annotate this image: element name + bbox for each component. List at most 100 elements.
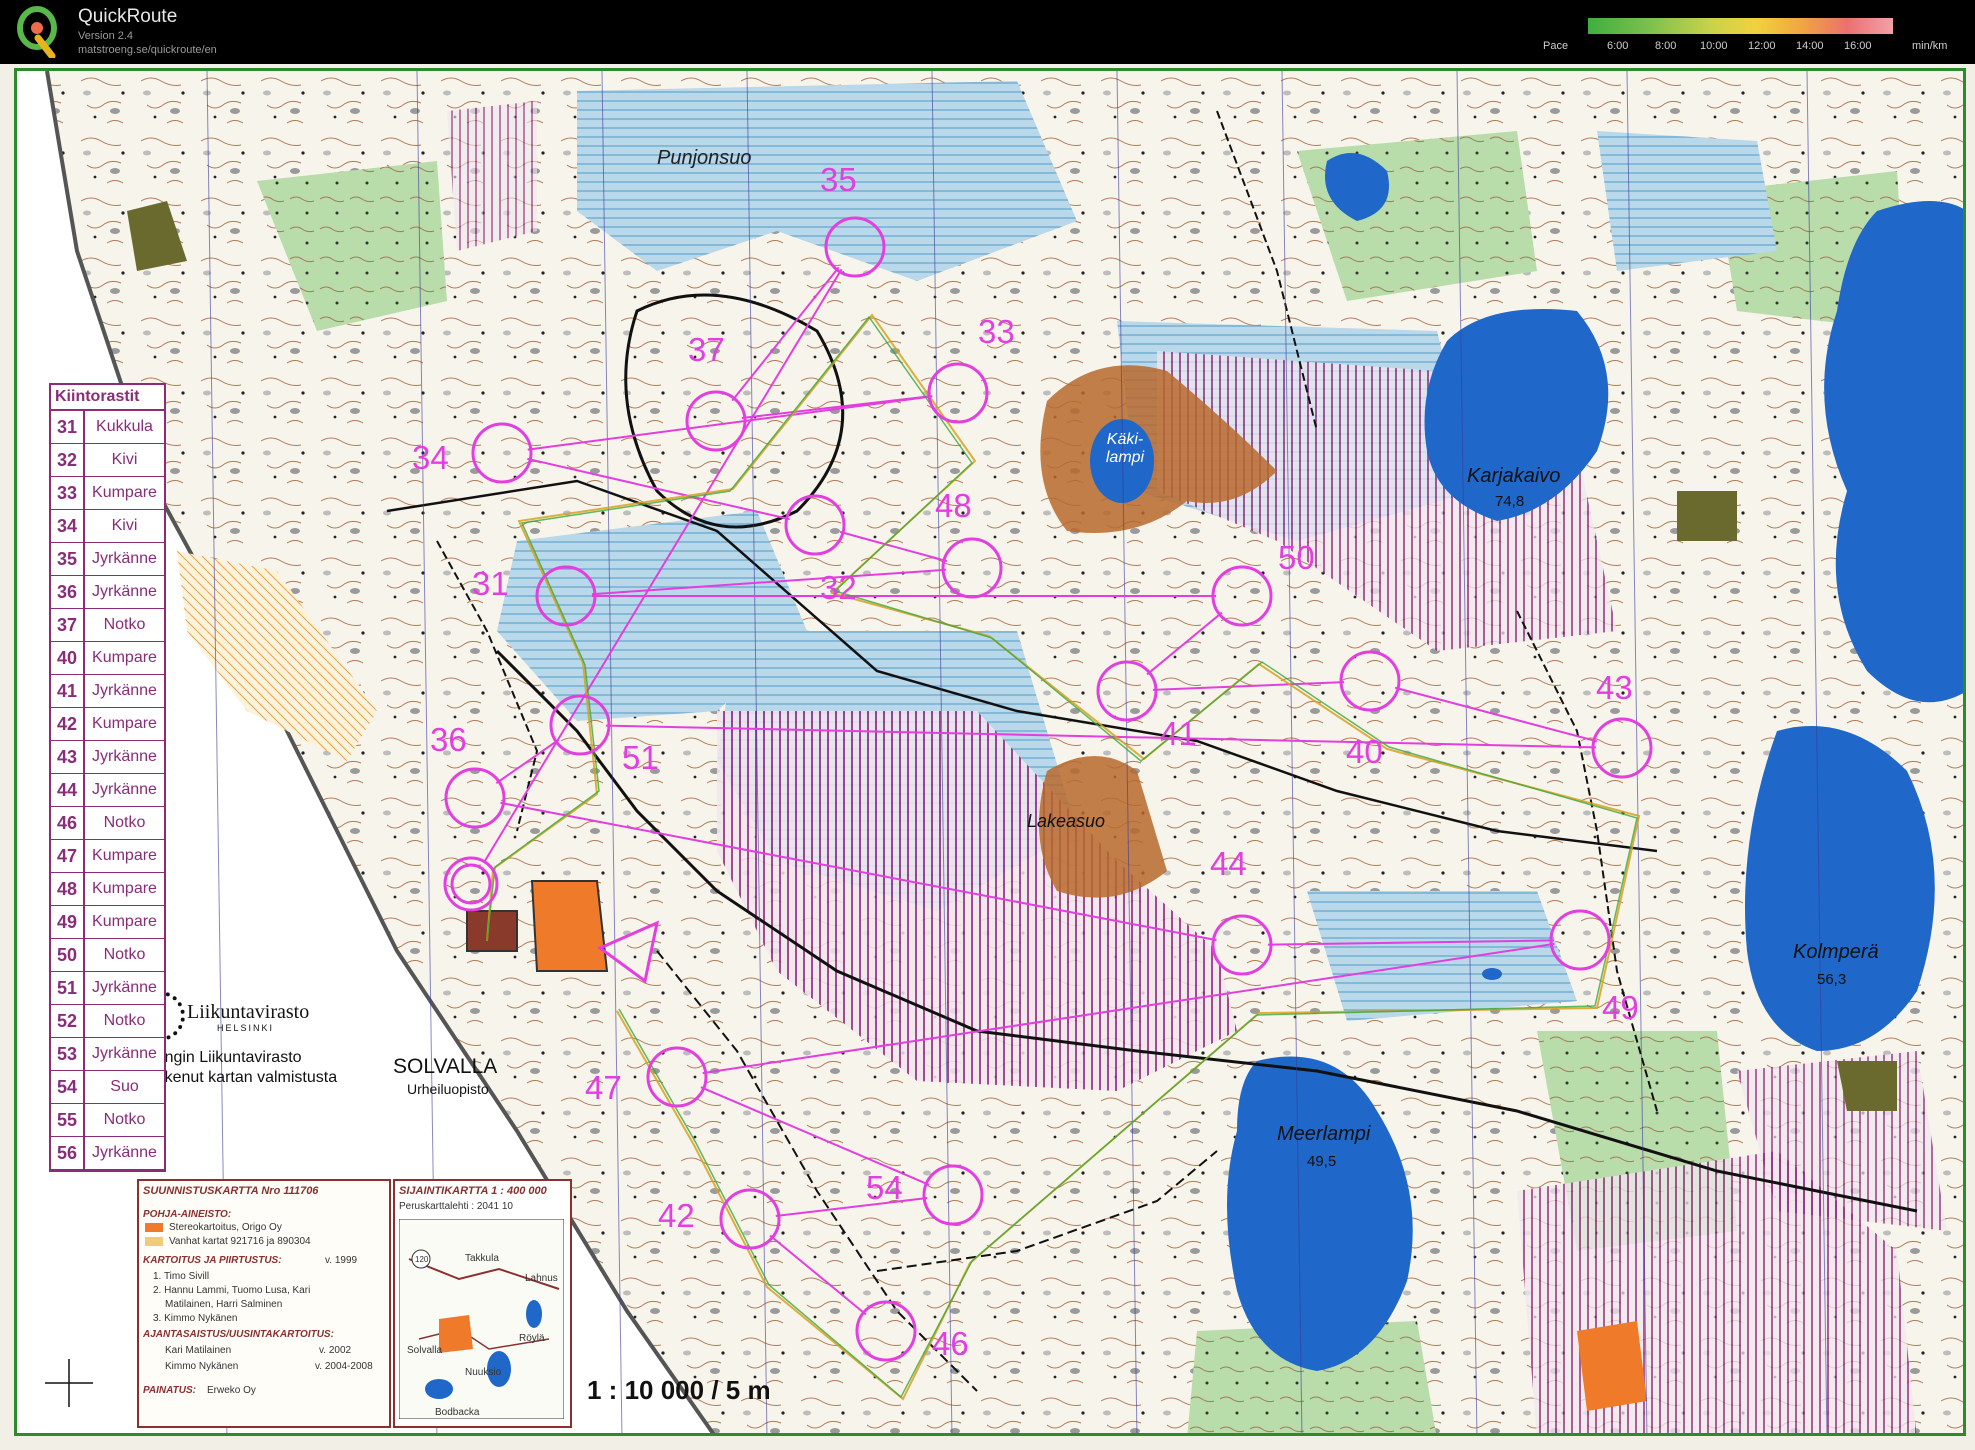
legend-control-description: Kumpare <box>92 484 157 501</box>
elevation-label: 74,8 <box>1495 493 1525 510</box>
legend-control-number: 55 <box>51 1104 85 1136</box>
control-number: 32 <box>820 569 857 606</box>
control-number: 51 <box>622 739 659 776</box>
legend-row: 42 Kumpare <box>51 708 164 741</box>
building <box>530 880 609 972</box>
quickroute-window: QuickRoute Version 2.4 matstroeng.se/qui… <box>0 0 1975 1450</box>
legend-row: 56 Jyrkänne <box>51 1137 164 1170</box>
pond <box>1482 968 1502 980</box>
place-label: Punjonsuo <box>657 147 752 169</box>
app-version: Version 2.4 <box>78 30 134 42</box>
legend-control-description: Kumpare <box>92 715 157 732</box>
app-url: matstroeng.se/quickroute/en <box>78 44 217 56</box>
marsh <box>1307 891 1577 1021</box>
place-label: Käki-lampi <box>1105 431 1145 466</box>
info-line: Erweko Oy <box>207 1385 256 1396</box>
legend-row: 43 Jyrkänne <box>51 741 164 774</box>
control-number: 54 <box>866 1169 903 1206</box>
pace-tick: 10:00 <box>1700 40 1728 52</box>
control-number: 34 <box>412 439 449 476</box>
swatch <box>145 1223 163 1232</box>
loc-place: Lahnus <box>525 1273 558 1284</box>
info-heading: AJANTASAISTUS/UUSINTAKARTOITUS: <box>143 1329 334 1340</box>
loc-place: Nuuksio <box>465 1367 502 1378</box>
pace-label: Pace <box>1543 40 1569 52</box>
control-number: 43 <box>1596 669 1633 706</box>
map-frame: Punjonsuo Käki-lampi Karjakaivo 74,8 Lak… <box>14 68 1966 1436</box>
info-heading: KARTOITUS JA PIIRTUSTUS: <box>143 1255 282 1266</box>
legend-control-number: 46 <box>51 807 85 839</box>
legend-row: 53 Jyrkänne <box>51 1038 164 1071</box>
control-number: 37 <box>688 331 725 368</box>
legend-control-number: 51 <box>51 972 85 1004</box>
info-line: 3. Kimmo Nykänen <box>153 1313 238 1324</box>
info-line: Kari Matilainen <box>165 1345 232 1356</box>
legend-control-number: 31 <box>51 411 85 443</box>
info-heading: PAINATUS: <box>143 1385 196 1396</box>
location-inset-map <box>399 1219 564 1419</box>
legend-control-description: Kumpare <box>92 649 157 666</box>
control-number: 35 <box>820 161 857 198</box>
restricted-area <box>447 101 537 251</box>
control-number: 40 <box>1346 733 1383 770</box>
loc-road: 120 <box>415 1255 429 1264</box>
orienteering-map[interactable]: Punjonsuo Käki-lampi Karjakaivo 74,8 Lak… <box>0 64 1975 1450</box>
legend-control-number: 56 <box>51 1137 85 1169</box>
elevation-label: 49,5 <box>1307 1153 1337 1170</box>
control-number: 47 <box>585 1069 622 1106</box>
legend-control-description: Notko <box>103 814 146 831</box>
loc-sub: Peruskarttalehti : 2041 10 <box>399 1201 513 1212</box>
control-number: 48 <box>935 487 972 524</box>
info-line: 2. Hannu Lammi, Tuomo Lusa, Kari <box>153 1285 311 1296</box>
loc-title: SIJAINTIKARTTA 1 : 400 000 <box>399 1185 547 1197</box>
control-number: 44 <box>1210 845 1247 882</box>
legend-control-number: 33 <box>51 477 85 509</box>
info-line: Vanhat kartat 921716 ja 890304 <box>169 1236 311 1247</box>
sponsor-city: HELSINKI <box>217 1023 275 1033</box>
legend-row: 52 Notko <box>51 1005 164 1038</box>
loc-place: Bodbacka <box>435 1407 480 1418</box>
legend-control-description: Kivi <box>111 517 138 534</box>
control-number: 33 <box>978 313 1015 350</box>
info-line: Matilainen, Harri Salminen <box>165 1299 283 1310</box>
legend-control-number: 43 <box>51 741 85 773</box>
place-label: Urheiluopisto <box>407 1081 489 1097</box>
swatch <box>145 1237 163 1246</box>
legend-row: 55 Notko <box>51 1104 164 1137</box>
loc-place: Takkula <box>465 1253 499 1264</box>
legend-row: 40 Kumpare <box>51 642 164 675</box>
settlement <box>1677 491 1737 541</box>
pace-tick: 8:00 <box>1655 40 1677 52</box>
legend-control-description: Jyrkänne <box>92 682 157 699</box>
legend-control-description: Notko <box>103 1012 146 1029</box>
legend-control-description: Notko <box>103 946 146 963</box>
legend-control-number: 52 <box>51 1005 85 1037</box>
legend-control-number: 32 <box>51 444 85 476</box>
legend-row: 49 Kumpare <box>51 906 164 939</box>
legend-control-description: Jyrkänne <box>92 550 157 567</box>
legend-row: 35 Jyrkänne <box>51 543 164 576</box>
place-label: Kolmperä <box>1793 941 1879 963</box>
legend-rows: 31 Kukkula 32 Kivi 33 Kumpare 34 Kivi 35 Jyrkänne… <box>51 411 164 1170</box>
legend-row: 54 Suo <box>51 1071 164 1104</box>
legend-control-description: Kumpare <box>92 913 157 930</box>
control-number: 50 <box>1278 539 1315 576</box>
legend-control-number: 53 <box>51 1038 85 1070</box>
marsh <box>1597 131 1777 271</box>
control-number: 42 <box>658 1197 695 1234</box>
lake-kolmpera <box>1745 726 1935 1051</box>
info-title: SUUNNISTUSKARTTA Nro 111706 <box>143 1185 319 1197</box>
legend-control-number: 44 <box>51 774 85 806</box>
legend-control-description: Notko <box>103 616 146 633</box>
pace-tick: 12:00 <box>1748 40 1776 52</box>
control-number: 36 <box>430 721 467 758</box>
settlement <box>1837 1061 1897 1111</box>
legend-row: 37 Notko <box>51 609 164 642</box>
info-line: 1. Timo Sivill <box>153 1271 210 1282</box>
info-heading: POHJA-AINEISTO: <box>143 1209 232 1220</box>
info-line: v. 2002 <box>319 1345 352 1356</box>
app-title: QuickRoute <box>78 6 178 27</box>
info-line: v. 1999 <box>325 1255 358 1266</box>
legend-row: 32 Kivi <box>51 444 164 477</box>
pace-tick: 16:00 <box>1844 40 1872 52</box>
